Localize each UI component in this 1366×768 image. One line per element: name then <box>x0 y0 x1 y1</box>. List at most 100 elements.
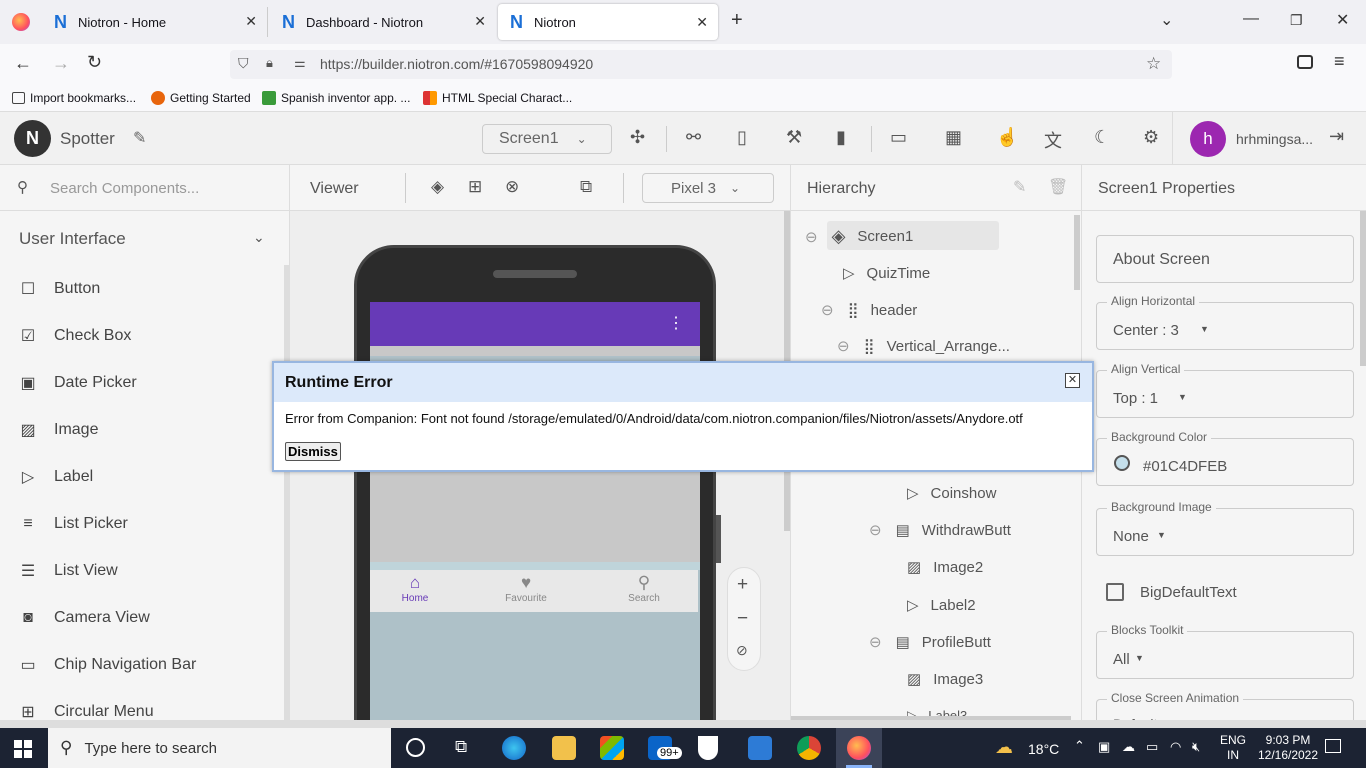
tree-item-label3[interactable]: ▷ Label3 <box>907 708 967 716</box>
avatar[interactable]: h <box>1190 121 1226 157</box>
blocks-icon[interactable]: ⚯ <box>686 127 701 148</box>
chrome-icon[interactable] <box>797 736 821 760</box>
collapse-icon[interactable]: ⊖ <box>837 337 850 355</box>
palette-item-checkbox[interactable]: ☑ Check Box <box>18 326 132 346</box>
collapse-icon[interactable]: ⊖ <box>869 633 882 651</box>
touch-icon[interactable]: ☝ <box>996 127 1018 148</box>
collapse-icon[interactable]: ⊖ <box>869 521 882 539</box>
zoom-in-icon[interactable]: + <box>737 574 748 596</box>
tab-niotron-home[interactable]: N Niotron - Home ✕ <box>42 7 268 37</box>
close-icon[interactable]: ✕ <box>474 13 486 30</box>
nav-favourite[interactable]: ♥ Favourite <box>498 573 554 604</box>
battery-icon[interactable]: ▭ <box>1146 739 1158 755</box>
logout-icon[interactable]: ⇥ <box>1329 126 1344 147</box>
edit-pencil-icon[interactable]: ✎ <box>1013 177 1026 197</box>
firefox-taskbar-active[interactable] <box>836 728 882 768</box>
background-color-field[interactable]: Background Color #01C4DFEB <box>1096 430 1354 486</box>
close-icon[interactable]: ✕ <box>696 14 708 31</box>
tab-niotron-active[interactable]: N Niotron ✕ <box>498 4 718 40</box>
minimize-icon[interactable]: — <box>1243 10 1259 28</box>
address-bar[interactable]: ⛉ 🔒︎ ⚌ https://builder.niotron.com/#1670… <box>230 50 1172 79</box>
screen-select[interactable]: Screen1 ⌄ <box>482 124 612 154</box>
shield-icon[interactable]: ⛉ <box>238 55 249 72</box>
extension-icon[interactable]: ✣ <box>630 127 645 148</box>
color-swatch[interactable] <box>1114 455 1130 471</box>
forward-icon[interactable]: → <box>52 53 70 74</box>
edit-pencil-icon[interactable]: ✎ <box>133 128 146 148</box>
bookmark-html-special[interactable]: HTML Special Charact... <box>423 91 572 105</box>
cortana-icon[interactable] <box>406 738 425 757</box>
palette-item-datepicker[interactable]: ▣ Date Picker <box>18 373 136 393</box>
new-tab-icon[interactable]: + <box>731 9 743 32</box>
scrollbar[interactable] <box>284 265 289 720</box>
cancel-circle-icon[interactable]: ⊗ <box>505 177 519 197</box>
weather-icon[interactable]: ☁ <box>995 737 1013 758</box>
palette-item-listview[interactable]: ☰ List View <box>18 561 118 581</box>
chevron-down-icon[interactable]: ⌄ <box>253 229 265 246</box>
phone-icon[interactable]: ▯ <box>737 127 747 148</box>
permissions-icon[interactable]: ⚌ <box>294 55 306 71</box>
bookmark-getting-started[interactable]: Getting Started <box>151 91 251 105</box>
close-icon[interactable]: ✕ <box>1065 373 1080 388</box>
firefox-menu-icon[interactable] <box>12 13 30 31</box>
layers-icon[interactable]: ◈ <box>431 177 444 197</box>
palette-item-button[interactable]: ☐ Button <box>18 279 100 299</box>
tree-item-profilebutt[interactable]: ⊖ ▤ ProfileButt <box>869 633 991 652</box>
bookmark-spanish-inventor[interactable]: Spanish inventor app. ... <box>262 91 410 105</box>
photos-icon[interactable] <box>748 736 772 760</box>
tools-icon[interactable]: ⚒ <box>786 127 802 148</box>
big-default-text-checkbox[interactable]: BigDefaultText <box>1106 583 1237 601</box>
tree-item-vertical-arrangement[interactable]: ⊖ ⣿ Vertical_Arrange... <box>837 337 1010 356</box>
background-image-field[interactable]: Background Image None ▼ <box>1096 500 1354 556</box>
restore-icon[interactable]: ❐ <box>1290 12 1303 29</box>
palette-item-circularmenu[interactable]: ⊞ Circular Menu <box>18 702 153 722</box>
windows-start-icon[interactable] <box>14 740 32 758</box>
window-close-icon[interactable]: ✕ <box>1336 10 1349 30</box>
volume-muted-icon[interactable]: 🔇︎ <box>1192 739 1200 755</box>
reload-icon[interactable]: ↻ <box>87 52 102 73</box>
palette-item-cameraview[interactable]: ◙ Camera View <box>18 608 150 628</box>
about-screen-field[interactable]: About Screen <box>1096 235 1354 283</box>
category-title[interactable]: User Interface <box>19 229 126 249</box>
palette-item-listpicker[interactable]: ≡ List Picker <box>18 514 127 534</box>
tree-item-screen1[interactable]: ⊖ ◈ Screen1 <box>805 226 913 247</box>
username[interactable]: hrhmingsa... <box>1236 131 1313 147</box>
palette-item-label[interactable]: ▷ Label <box>18 467 93 487</box>
nav-search[interactable]: ⚲ Search <box>624 573 664 604</box>
blocks-toolkit-field[interactable]: Blocks Toolkit All ▼ <box>1096 623 1354 679</box>
collapse-icon[interactable]: ⊖ <box>805 228 818 246</box>
scrollbar[interactable] <box>1360 211 1366 366</box>
chevron-up-icon[interactable]: ⌃ <box>1074 738 1085 754</box>
page-horizontal-scrollbar[interactable] <box>0 720 1366 728</box>
back-icon[interactable]: ← <box>14 53 32 74</box>
align-vertical-field[interactable]: Align Vertical Top : 1 ▼ <box>1096 362 1354 418</box>
bookmark-import[interactable]: Import bookmarks... <box>12 91 136 105</box>
taskbar-search[interactable]: ⚲ Type here to search <box>48 728 391 768</box>
close-icon[interactable]: ✕ <box>245 13 257 30</box>
language-indicator[interactable]: ENG IN <box>1220 733 1246 763</box>
visibility-off-icon[interactable]: ⊘ <box>736 642 748 659</box>
tree-item-coinshow[interactable]: ▷ Coinshow <box>907 484 996 503</box>
niotron-logo-icon[interactable]: N <box>14 120 51 157</box>
star-icon[interactable]: ☆ <box>1146 54 1161 74</box>
folder-icon[interactable]: ▭ <box>890 127 907 148</box>
translate-icon[interactable]: 文 <box>1044 127 1062 153</box>
book-icon[interactable]: ▮ <box>836 127 846 148</box>
file-explorer-icon[interactable] <box>552 736 576 760</box>
pocket-icon[interactable] <box>1297 55 1313 69</box>
task-view-icon[interactable]: ⧉ <box>455 737 467 757</box>
tree-item-image3[interactable]: ▨ Image3 <box>907 670 983 689</box>
search-input[interactable]: Search Components... <box>50 180 199 197</box>
store-icon[interactable] <box>600 736 624 760</box>
add-box-icon[interactable]: ⊞ <box>468 177 482 197</box>
component-search[interactable]: ⚲ Search Components... <box>0 165 289 211</box>
align-horizontal-field[interactable]: Align Horizontal Center : 3 ▼ <box>1096 294 1354 350</box>
url-text[interactable]: https://builder.niotron.com/#16705980949… <box>320 56 593 72</box>
taskbar-search-input[interactable]: Type here to search <box>84 740 217 757</box>
palette-item-chipnav[interactable]: ▭ Chip Navigation Bar <box>18 655 196 675</box>
usb-icon[interactable]: ▣ <box>1098 739 1110 755</box>
screen-rotate-icon[interactable]: ⧉ <box>580 177 592 197</box>
tree-item-label2[interactable]: ▷ Label2 <box>907 596 976 615</box>
settings-gear-icon[interactable]: ⚙ <box>1143 127 1159 148</box>
clock[interactable]: 9:03 PM 12/16/2022 <box>1256 733 1320 763</box>
